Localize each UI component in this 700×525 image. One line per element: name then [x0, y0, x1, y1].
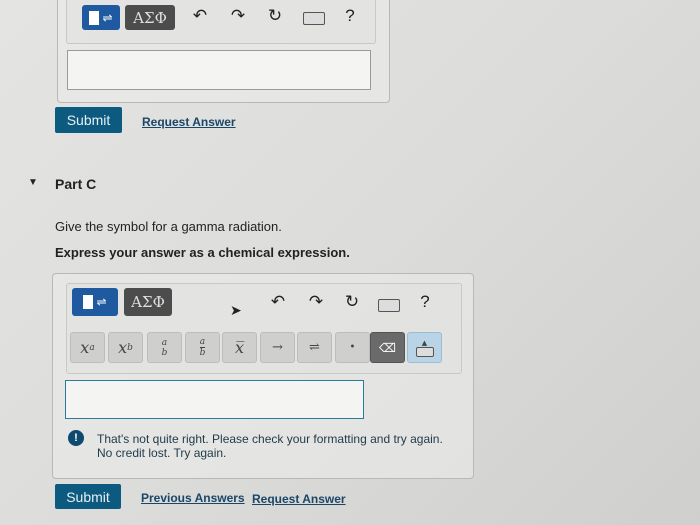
caret-up-icon: ▲ [421, 338, 428, 347]
question-text: Give the symbol for a gamma radiation. [55, 219, 282, 234]
greek-symbols-button[interactable]: ΑΣΦ [124, 288, 172, 316]
reset-icon[interactable]: ↻ [263, 6, 287, 26]
key-bottom: b [161, 347, 168, 358]
key-sub: b [127, 342, 133, 353]
key-top: a [199, 337, 206, 348]
help-icon[interactable]: ? [338, 6, 362, 26]
reset-icon[interactable]: ↻ [340, 292, 364, 312]
overbar-key[interactable]: x̅ [222, 332, 257, 363]
keyboard-toggle-key[interactable]: ▲ [407, 332, 442, 363]
redo-icon[interactable]: ↷ [304, 292, 328, 312]
error-icon: ! [68, 430, 84, 446]
answer-input[interactable] [65, 380, 364, 419]
keyboard-icon[interactable] [303, 12, 325, 25]
request-answer-link-previous[interactable]: Request Answer [142, 115, 236, 129]
stacked-key[interactable]: ab [147, 332, 182, 363]
key-label: x [118, 338, 128, 357]
previous-answer-input[interactable] [67, 50, 371, 90]
undo-icon[interactable]: ↶ [266, 292, 290, 312]
keyboard-icon [415, 346, 434, 357]
key-sup: a [89, 342, 95, 353]
collapse-caret-icon[interactable]: ▼ [28, 177, 38, 188]
part-c-title[interactable]: Part C [55, 176, 96, 192]
previous-answers-link[interactable]: Previous Answers [141, 491, 245, 505]
subscript-key[interactable]: xb [108, 332, 143, 363]
key-top: a [161, 337, 168, 348]
feedback-line-2: No credit lost. Try again. [97, 446, 227, 460]
templates-button[interactable]: ⇌ [82, 5, 120, 30]
instruction-text: Express your answer as a chemical expres… [55, 245, 350, 260]
request-answer-link[interactable]: Request Answer [252, 492, 346, 506]
submit-button-previous[interactable]: Submit [55, 107, 122, 133]
mouse-cursor-icon: ➤ [230, 302, 242, 318]
greek-symbols-button[interactable]: ΑΣΦ [125, 5, 175, 30]
backspace-icon: ⌫ [379, 340, 396, 355]
backspace-key[interactable]: ⌫ [370, 332, 405, 363]
key-label: x [80, 338, 90, 357]
keyboard-icon[interactable] [378, 299, 400, 312]
templates-button[interactable]: ⇌ [72, 288, 118, 316]
help-icon[interactable]: ? [413, 292, 437, 312]
dot-key[interactable]: • [335, 332, 370, 363]
key-bottom: b [199, 348, 206, 358]
submit-button[interactable]: Submit [55, 484, 121, 509]
equilibrium-arrow-key[interactable]: ⇌ [297, 332, 332, 363]
superscript-key[interactable]: xa [70, 332, 105, 363]
reaction-arrow-key[interactable]: → [260, 332, 295, 363]
undo-icon[interactable]: ↶ [188, 6, 212, 26]
feedback-line-1: That's not quite right. Please check you… [97, 432, 443, 446]
fraction-key[interactable]: ab [185, 332, 220, 363]
redo-icon[interactable]: ↷ [226, 6, 250, 26]
